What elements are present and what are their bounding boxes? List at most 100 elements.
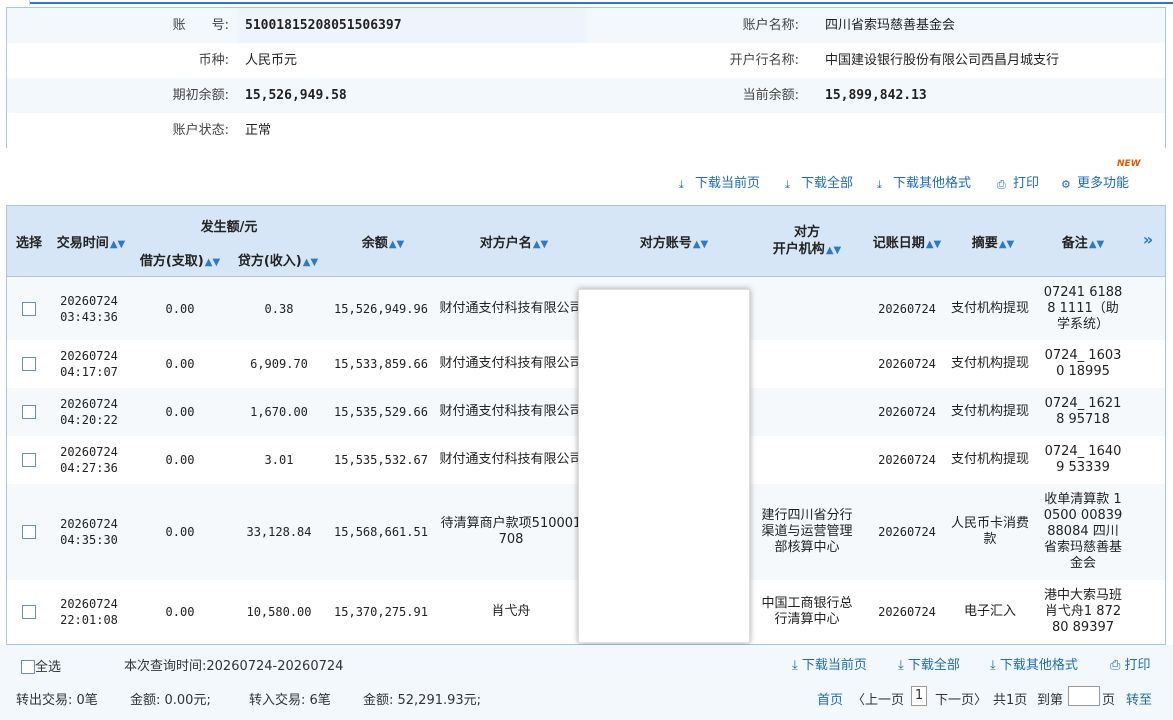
row-credit-cell: 10,580.00: [233, 580, 325, 644]
row-debit-cell: 0.00: [135, 436, 225, 484]
row-date-text: 20260724: [60, 517, 118, 531]
bank-name-label: 开户行名称:: [729, 53, 799, 68]
row-party-bank-cell: 建行四川省分行渠道与运营管理部核算中心: [759, 484, 855, 580]
header-party-name[interactable]: 对方户名▲▼: [469, 232, 559, 251]
table-header: 选择 交易时间▲▼ 发生额/元 借方(支取)▲▼ 贷方(收入)▲▼ 余额▲▼ 对…: [7, 206, 1165, 277]
header-remark[interactable]: 备注▲▼: [1053, 232, 1113, 251]
row-party-name-text: 财付通支付科技有限公司: [439, 404, 583, 419]
row-credit-cell: 33,128.84: [233, 484, 325, 580]
sort-icon: ▲▼: [998, 239, 1015, 250]
header-debit[interactable]: 借方(支取)▲▼: [135, 250, 225, 269]
row-select-cell[interactable]: [15, 277, 43, 340]
header-summary[interactable]: 摘要▲▼: [963, 232, 1023, 251]
sort-icon: ▲▼: [692, 239, 709, 250]
row-post-date-text: 20260724: [878, 605, 936, 619]
row-credit-cell: 6,909.70: [233, 340, 325, 388]
next-page-link[interactable]: 下一页〉: [935, 689, 987, 708]
prev-page-link[interactable]: 〈上一页: [852, 689, 904, 708]
goto-page-input[interactable]: [1068, 686, 1100, 706]
sort-icon: ▲▼: [109, 239, 126, 250]
header-party-bank[interactable]: 对方 开户机构▲▼: [759, 224, 855, 259]
printer-icon: ⎙: [997, 178, 1006, 191]
row-debit-cell: 0.00: [135, 277, 225, 340]
row-party-name-text: 财付通支付科技有限公司: [439, 300, 583, 316]
row-date-text: 20260724: [60, 397, 118, 411]
header-post-date[interactable]: 记账日期▲▼: [867, 232, 947, 251]
footer-download-other-button[interactable]: ⤓ 下载其他格式: [990, 654, 1078, 673]
footer-print-button[interactable]: ⎙ 打印: [1110, 654, 1151, 673]
row-post-date-text: 20260724: [878, 525, 936, 539]
row-checkbox[interactable]: [22, 605, 36, 619]
row-summary-cell: 支付机构提现: [951, 436, 1029, 484]
row-balance-cell: 15,533,859.66: [331, 340, 431, 388]
row-balance-text: 15,535,529.66: [334, 405, 428, 419]
header-balance[interactable]: 余额▲▼: [343, 232, 423, 251]
account-status-value: 正常: [245, 123, 272, 138]
current-balance-label: 当前余额:: [742, 88, 799, 103]
row-post-date-cell: 20260724: [867, 436, 947, 484]
row-checkbox[interactable]: [22, 453, 36, 467]
bank-name-value: 中国建设银行股份有限公司西昌月城支行: [825, 53, 1060, 68]
goto-page-button[interactable]: 转至: [1126, 689, 1152, 708]
row-select-cell[interactable]: [15, 340, 43, 388]
account-name-value: 四川省索玛慈善基金会: [825, 18, 956, 33]
row-date-text: 20260724: [60, 597, 118, 611]
row-party-bank-cell: [759, 340, 855, 388]
row-checkbox[interactable]: [22, 405, 36, 419]
select-all-checkbox[interactable]: [21, 660, 35, 674]
row-time-cell: 20260724 03:43:36: [51, 277, 127, 340]
row-credit-text: 0.38: [264, 301, 294, 316]
header-credit[interactable]: 贷方(收入)▲▼: [233, 250, 323, 269]
row-post-date-cell: 20260724: [867, 484, 947, 580]
row-select-cell[interactable]: [15, 436, 43, 484]
sort-icon: ▲▼: [388, 239, 405, 250]
download-all-button[interactable]: ⤓ 下载全部: [785, 174, 853, 194]
info-row-currency: 币种: 人民币元 开户行名称: 中国建设银行股份有限公司西昌月城支行: [7, 43, 1165, 78]
row-credit-text: 1,670.00: [250, 405, 308, 419]
row-time-cell: 20260724 04:27:36: [51, 436, 127, 484]
row-select-cell[interactable]: [15, 580, 43, 644]
print-button[interactable]: ⎙ 打印: [997, 174, 1039, 194]
active-tab[interactable]: [0, 0, 30, 5]
row-checkbox[interactable]: [22, 525, 36, 539]
out-transactions-count: 转出交易: 0笔: [16, 693, 98, 708]
row-time-text: 04:17:07: [60, 365, 118, 379]
row-credit-text: 10,580.00: [246, 605, 312, 619]
row-balance-cell: 15,526,949.96: [331, 277, 431, 340]
row-post-date-cell: 20260724: [867, 277, 947, 340]
download-other-format-button[interactable]: ⤓ 下载其他格式: [877, 174, 971, 194]
row-checkbox[interactable]: [22, 301, 36, 316]
row-time-cell: 20260724 22:01:08: [51, 580, 127, 644]
row-balance-text: 15,533,859.66: [334, 357, 428, 371]
first-page-link[interactable]: 首页: [817, 689, 843, 708]
row-select-cell[interactable]: [15, 484, 43, 580]
more-functions-button[interactable]: ⚙ 更多功能: [1061, 174, 1129, 194]
row-select-cell[interactable]: [15, 388, 43, 436]
download-icon: ⤓: [785, 178, 790, 191]
row-checkbox[interactable]: [22, 357, 36, 371]
select-all-control[interactable]: 全选: [21, 656, 61, 675]
printer-icon: ⎙: [1110, 658, 1125, 673]
footer-download-all-button[interactable]: ⤓ 下载全部: [898, 654, 960, 673]
row-credit-text: 3.01: [264, 453, 294, 467]
goto-label: 到第: [1037, 693, 1064, 708]
row-post-date-text: 20260724: [878, 357, 936, 371]
row-debit-text: 0.00: [165, 605, 195, 619]
download-page-button[interactable]: ⤓ 下载当前页: [679, 174, 760, 194]
row-post-date-cell: 20260724: [867, 388, 947, 436]
row-balance-text: 15,568,661.51: [334, 525, 428, 539]
currency-label: 币种:: [198, 53, 229, 68]
expand-columns-icon[interactable]: »: [1135, 230, 1161, 249]
header-time[interactable]: 交易时间▲▼: [51, 232, 131, 251]
row-debit-text: 0.00: [165, 525, 195, 539]
header-amount-group: 发生额/元: [200, 220, 258, 235]
current-page-box[interactable]: 1: [911, 686, 927, 706]
table-footer: 全选 本次查询时间:20260724-20260724 ⤓ 下载当前页 ⤓ 下载…: [0, 645, 1173, 720]
account-number-label: 账 号:: [172, 18, 229, 33]
row-party-name-cell: 待清算商户款项510001708: [439, 484, 583, 580]
row-remark-cell: 0724_ 16030 18995: [1041, 340, 1125, 388]
in-transactions-amount: 金额: 52,291.93元;: [363, 693, 482, 708]
row-post-date-text: 20260724: [878, 301, 936, 316]
header-party-account[interactable]: 对方账号▲▼: [629, 232, 719, 251]
footer-download-page-button[interactable]: ⤓ 下载当前页: [792, 654, 867, 673]
